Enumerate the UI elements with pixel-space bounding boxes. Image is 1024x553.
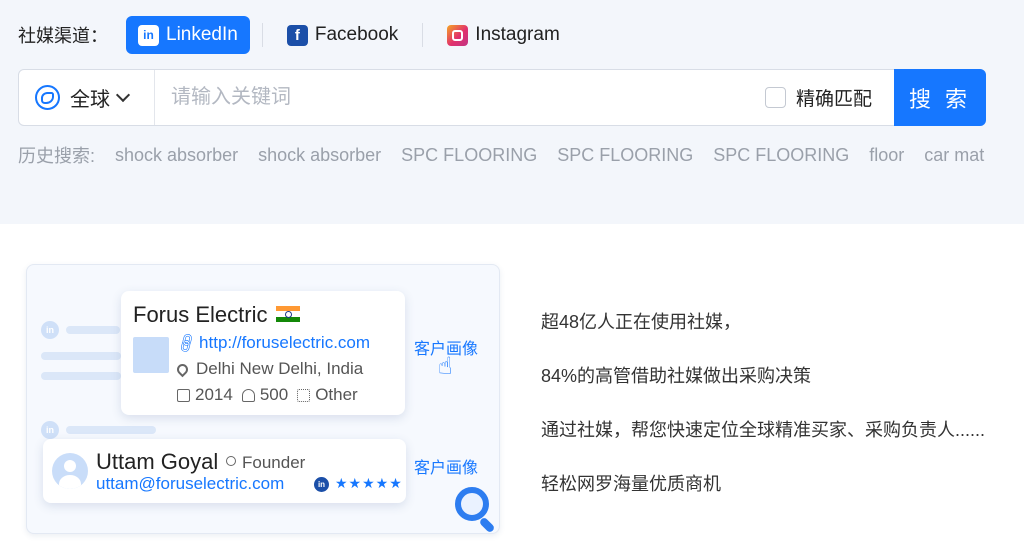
history-item[interactable]: shock absorber xyxy=(115,145,238,166)
channel-tab-linkedin[interactable]: in LinkedIn xyxy=(126,16,250,54)
company-category: Other xyxy=(297,385,358,405)
channel-tab-label: LinkedIn xyxy=(166,24,238,45)
company-card: Forus Electric 🔗︎ http://foruselectric.c… xyxy=(121,291,405,415)
region-label: 全球 xyxy=(70,89,110,111)
chevron-down-icon xyxy=(115,87,131,103)
magnifier-handle xyxy=(478,516,496,534)
magnifier-lens xyxy=(455,487,489,521)
employee-count-text: 500 xyxy=(259,385,289,404)
person-icon xyxy=(226,456,236,466)
search-button[interactable]: 搜 索 xyxy=(894,69,986,126)
history-item[interactable]: car mat xyxy=(924,145,984,166)
contact-email: uttam@foruselectric.com xyxy=(96,474,285,493)
contact-card: Uttam Goyal Founder uttam@foruselectric.… xyxy=(43,439,406,503)
divider xyxy=(261,23,263,47)
placeholder-line xyxy=(66,426,156,434)
linkedin-icon: in xyxy=(41,321,59,339)
feature-line: 轻松网罗海量优质商机 xyxy=(541,474,721,494)
linkedin-icon: in xyxy=(138,24,159,46)
history-label: 历史搜索: xyxy=(18,146,96,166)
divider xyxy=(422,23,424,47)
linkedin-icon: in xyxy=(314,477,329,492)
location-text: Delhi New Delhi, India xyxy=(196,359,364,378)
company-location: Delhi New Delhi, India xyxy=(174,359,364,379)
employee-count: 500 xyxy=(241,385,289,405)
search-panel: 社媒渠道： in LinkedIn f Facebook Instagram 全… xyxy=(0,0,1024,224)
channel-tab-facebook[interactable]: f Facebook xyxy=(275,16,410,54)
people-icon xyxy=(241,388,255,402)
location-pin-icon xyxy=(174,361,191,377)
channel-tab-label: Instagram xyxy=(475,24,560,45)
feature-line: 84%的高管借助社媒做出采购决策 xyxy=(541,366,812,386)
history-item[interactable]: floor xyxy=(869,145,904,166)
pointer-hand-icon: ☝ xyxy=(438,353,453,380)
avatar xyxy=(52,453,88,489)
search-bar: 全球 精确匹配 搜 索 xyxy=(18,69,986,126)
globe-icon xyxy=(35,85,60,110)
building-icon xyxy=(177,388,190,402)
founded-year-text: 2014 xyxy=(195,385,233,404)
region-dropdown[interactable]: 全球 xyxy=(19,70,155,125)
history-item[interactable]: SPC FLOORING xyxy=(713,145,849,166)
placeholder-line xyxy=(66,326,120,334)
link-icon: 🔗︎ xyxy=(174,331,200,356)
feature-line: 通过社媒，帮您快速定位全球精准买家、采购负责人...... xyxy=(541,420,986,440)
channel-tab-label: Facebook xyxy=(314,24,399,45)
exact-match-checkbox[interactable] xyxy=(764,87,786,108)
history-item[interactable]: SPC FLOORING xyxy=(401,145,537,166)
customer-profile-link: 客户画像 xyxy=(414,460,479,477)
history-item[interactable]: SPC FLOORING xyxy=(557,145,693,166)
india-flag-icon xyxy=(276,306,300,323)
magnifier-icon xyxy=(455,487,496,537)
search-history: 历史搜索: shock absorber shock absorber SPC … xyxy=(18,142,1004,168)
website-text: http://foruselectric.com xyxy=(199,333,371,352)
channel-tab-instagram[interactable]: Instagram xyxy=(435,16,571,54)
feature-description: 超48亿人正在使用社媒， 84%的高管借助社媒做出采购决策 通过社媒，帮您快速定… xyxy=(541,310,985,526)
company-meta: 2014 500 Other xyxy=(177,385,367,405)
exact-match-label: 精确匹配 xyxy=(795,89,872,110)
company-website: 🔗︎ http://foruselectric.com xyxy=(174,331,371,356)
placeholder-line xyxy=(41,352,121,360)
search-input[interactable] xyxy=(155,70,765,125)
rating-stars: ★★★★★ xyxy=(335,475,403,491)
contact-role: Founder xyxy=(226,453,305,473)
category-icon xyxy=(297,388,311,402)
placeholder-line xyxy=(41,372,121,380)
contact-name: Uttam Goyal xyxy=(96,449,219,474)
linkedin-icon: in xyxy=(41,421,59,439)
exact-match-toggle[interactable]: 精确匹配 xyxy=(764,70,894,125)
feature-line: 超48亿人正在使用社媒， xyxy=(541,312,742,332)
company-logo xyxy=(133,337,169,373)
category-text: Other xyxy=(315,385,358,404)
instagram-icon xyxy=(447,24,469,46)
facebook-icon: f xyxy=(286,24,308,46)
contact-role-text: Founder xyxy=(242,453,306,472)
history-item[interactable]: shock absorber xyxy=(258,145,381,166)
channel-selector: 社媒渠道： in LinkedIn f Facebook Instagram xyxy=(18,14,572,56)
channels-label: 社媒渠道： xyxy=(18,26,108,46)
company-name: Forus Electric xyxy=(133,302,268,327)
founded-year: 2014 xyxy=(177,385,233,405)
